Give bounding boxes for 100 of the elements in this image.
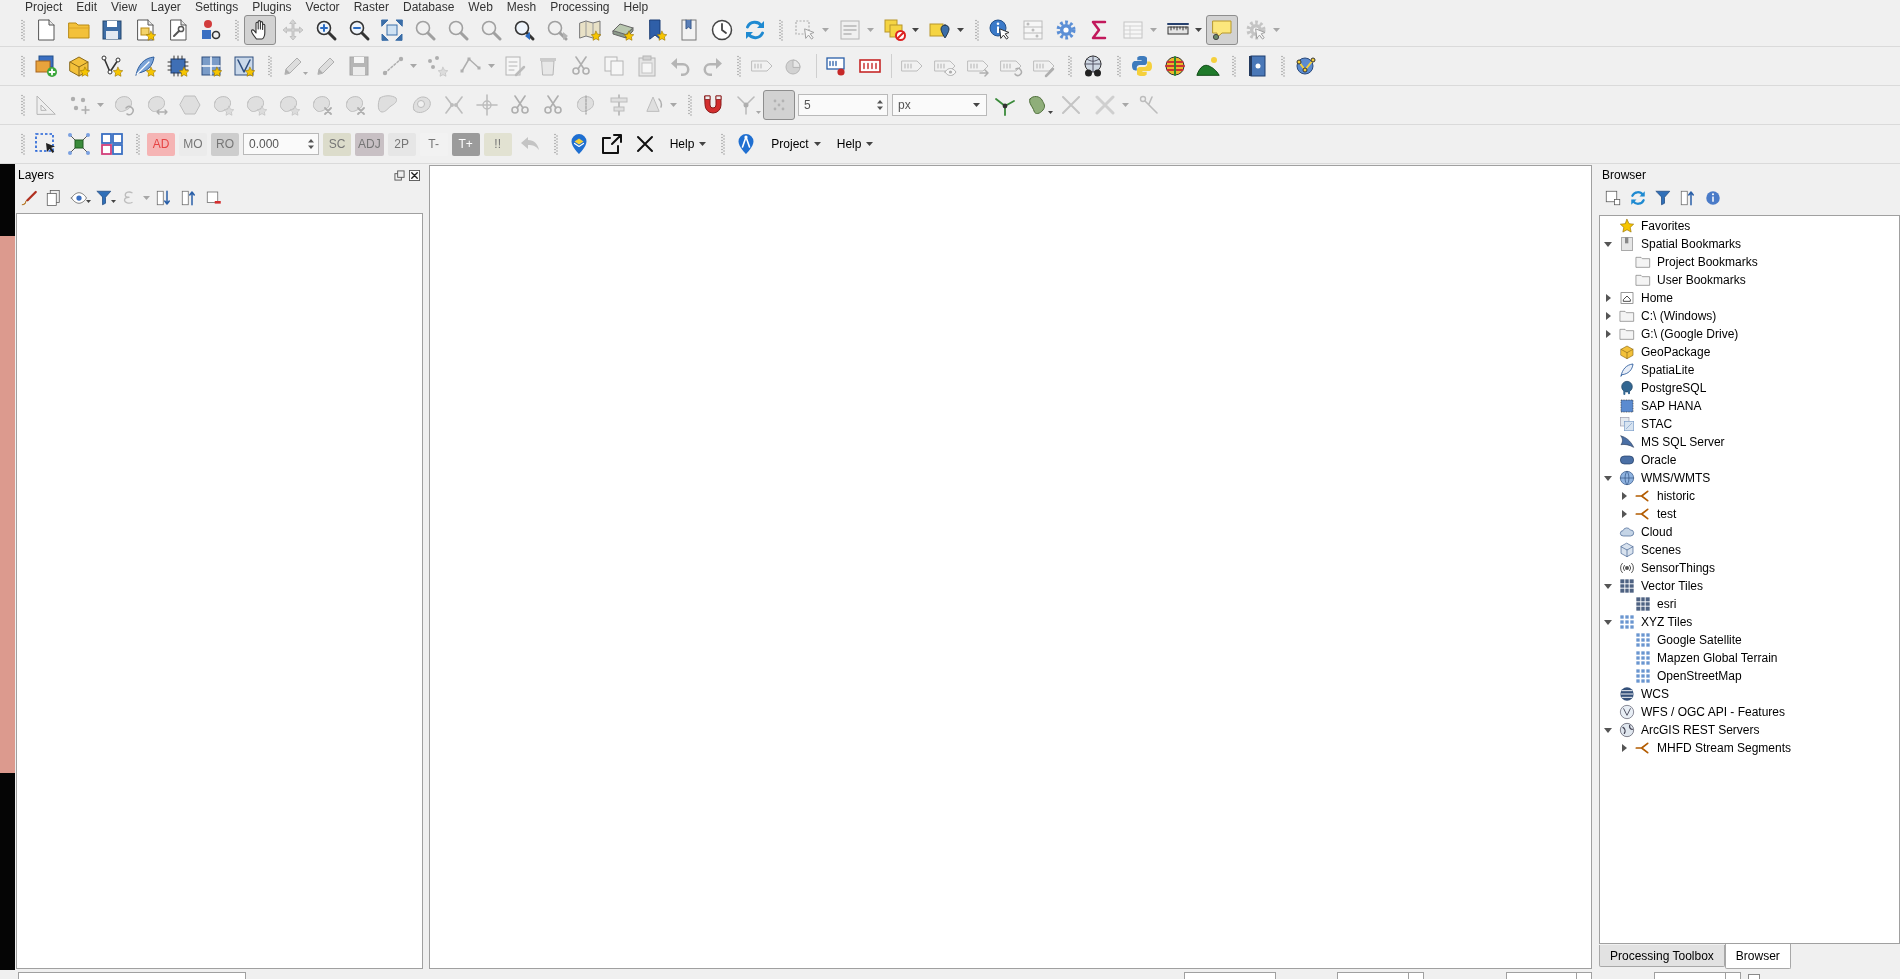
tree-item[interactable]: SAP HANA bbox=[1641, 398, 1702, 414]
tree-item[interactable]: Home bbox=[1641, 290, 1673, 306]
grip-icon[interactable] bbox=[21, 94, 25, 116]
tree-item[interactable]: Scenes bbox=[1641, 542, 1682, 558]
tree-item[interactable]: STAC bbox=[1641, 416, 1673, 432]
caret-right-icon[interactable] bbox=[1621, 744, 1627, 752]
grip-icon[interactable] bbox=[975, 19, 979, 41]
tree-item[interactable]: PostgreSQL bbox=[1641, 380, 1707, 396]
caret-icon bbox=[822, 28, 829, 32]
menu-item[interactable]: Web bbox=[461, 0, 500, 14]
grip-icon[interactable] bbox=[1232, 55, 1236, 77]
tree-item[interactable]: test bbox=[1657, 506, 1677, 522]
folder-icon bbox=[1619, 308, 1635, 324]
input-field[interactable] bbox=[18, 972, 246, 979]
caret-down-icon[interactable] bbox=[1604, 727, 1612, 733]
menu-item[interactable]: Raster bbox=[346, 0, 396, 14]
grip-icon[interactable] bbox=[779, 19, 783, 41]
grip-icon[interactable] bbox=[235, 19, 239, 41]
input-field[interactable] bbox=[1337, 972, 1424, 979]
tree-item[interactable]: historic bbox=[1657, 488, 1695, 504]
caret-icon bbox=[111, 200, 116, 203]
capsule-icon bbox=[1619, 452, 1635, 468]
grip-icon[interactable] bbox=[268, 55, 272, 77]
tree-item[interactable]: Spatial Bookmarks bbox=[1641, 236, 1742, 252]
caret-right-icon[interactable] bbox=[1621, 510, 1627, 518]
grip-icon[interactable] bbox=[737, 55, 741, 77]
browser-tree[interactable] bbox=[1599, 215, 1900, 944]
tree-item[interactable]: WFS / OGC API - Features bbox=[1641, 704, 1786, 720]
grip-icon[interactable] bbox=[721, 133, 726, 155]
caret-right-icon[interactable] bbox=[1605, 330, 1611, 338]
tree-item[interactable]: User Bookmarks bbox=[1657, 272, 1746, 288]
tree-item[interactable]: Oracle bbox=[1641, 452, 1677, 468]
panel-title: Browser bbox=[1602, 167, 1646, 184]
tile-grid-icon bbox=[1619, 614, 1635, 630]
grip-icon[interactable] bbox=[688, 94, 692, 116]
caret-icon bbox=[1195, 28, 1202, 32]
tree-item[interactable]: WMS/WMTS bbox=[1641, 470, 1711, 486]
caret-icon bbox=[756, 111, 761, 114]
tree-item[interactable]: SensorThings bbox=[1641, 560, 1716, 576]
grip-icon[interactable] bbox=[136, 133, 140, 155]
grip-icon[interactable] bbox=[1281, 55, 1285, 77]
caret-down-icon[interactable] bbox=[1604, 475, 1612, 481]
spin-field[interactable]: 5 bbox=[798, 94, 888, 116]
grip-icon[interactable] bbox=[21, 19, 25, 41]
menu-item[interactable]: Plugins bbox=[245, 0, 299, 14]
caret-right-icon[interactable] bbox=[1605, 294, 1611, 302]
tree-item[interactable]: MS SQL Server bbox=[1641, 434, 1725, 450]
box-outline-icon[interactable] bbox=[1748, 974, 1760, 979]
menu-item[interactable]: Mesh bbox=[499, 0, 544, 14]
tree-item[interactable]: ArcGIS REST Servers bbox=[1641, 722, 1760, 738]
tree-item[interactable]: Vector Tiles bbox=[1641, 578, 1704, 594]
caret-down-icon[interactable] bbox=[1604, 619, 1612, 625]
menu-button[interactable]: Help bbox=[828, 131, 882, 157]
sail-icon bbox=[1619, 434, 1635, 450]
tree-item[interactable]: Favorites bbox=[1641, 218, 1691, 234]
caret-icon bbox=[866, 142, 874, 146]
tree-item[interactable]: Cloud bbox=[1641, 524, 1673, 540]
grip-icon[interactable] bbox=[1068, 55, 1072, 77]
menu-item[interactable]: Processing bbox=[543, 0, 617, 14]
tree-item[interactable]: GeoPackage bbox=[1641, 344, 1711, 360]
spin-field[interactable]: 0.000 bbox=[243, 133, 319, 155]
menu-item[interactable]: View bbox=[104, 0, 144, 14]
menu-button[interactable]: Project bbox=[763, 131, 829, 157]
caret-right-icon[interactable] bbox=[1605, 312, 1611, 320]
menu-item[interactable]: Settings bbox=[187, 0, 246, 14]
input-field[interactable] bbox=[1654, 972, 1741, 979]
menu-item[interactable]: Edit bbox=[69, 0, 105, 14]
menu-button[interactable]: Help bbox=[661, 131, 715, 157]
tree-item[interactable]: OpenStreetMap bbox=[1657, 668, 1742, 684]
grip-icon[interactable] bbox=[1117, 55, 1121, 77]
menu-item[interactable]: Database bbox=[395, 0, 462, 14]
tree-item[interactable]: esri bbox=[1657, 596, 1677, 612]
tree-item[interactable]: Mapzen Global Terrain bbox=[1657, 650, 1778, 666]
menu-item[interactable]: Help bbox=[616, 0, 656, 14]
dock-tab[interactable]: Processing Toolbox bbox=[1599, 945, 1725, 967]
menu-item[interactable]: Layer bbox=[143, 0, 188, 14]
close-icon[interactable] bbox=[409, 169, 420, 181]
caret-icon bbox=[912, 28, 919, 32]
tree-item[interactable]: G:\ (Google Drive) bbox=[1641, 326, 1739, 342]
caret-down-icon[interactable] bbox=[1604, 583, 1612, 589]
caret-right-icon[interactable] bbox=[1621, 492, 1627, 500]
float-window-icon[interactable] bbox=[394, 169, 405, 181]
grip-icon[interactable] bbox=[21, 55, 25, 77]
tree-item[interactable]: WCS bbox=[1641, 686, 1669, 702]
tree-item[interactable]: Project Bookmarks bbox=[1657, 254, 1758, 270]
grip-icon[interactable] bbox=[553, 133, 558, 155]
tree-item[interactable]: SpatiaLite bbox=[1641, 362, 1695, 378]
folder-icon bbox=[1619, 326, 1635, 342]
input-field[interactable] bbox=[1506, 972, 1592, 979]
tree-item[interactable]: MHFD Stream Segments bbox=[1657, 740, 1792, 756]
menu-item[interactable]: Vector bbox=[298, 0, 347, 14]
tree-item[interactable]: Google Satellite bbox=[1657, 632, 1742, 648]
tree-item[interactable]: C:\ (Windows) bbox=[1641, 308, 1717, 324]
menu-item[interactable]: Project bbox=[18, 0, 70, 14]
tree-item[interactable]: XYZ Tiles bbox=[1641, 614, 1693, 630]
grip-icon[interactable] bbox=[21, 133, 25, 155]
dock-tab[interactable]: Browser bbox=[1724, 944, 1791, 969]
unit-dropdown[interactable]: px bbox=[892, 94, 987, 116]
caret-down-icon[interactable] bbox=[1604, 241, 1612, 247]
input-field[interactable] bbox=[1184, 972, 1276, 979]
